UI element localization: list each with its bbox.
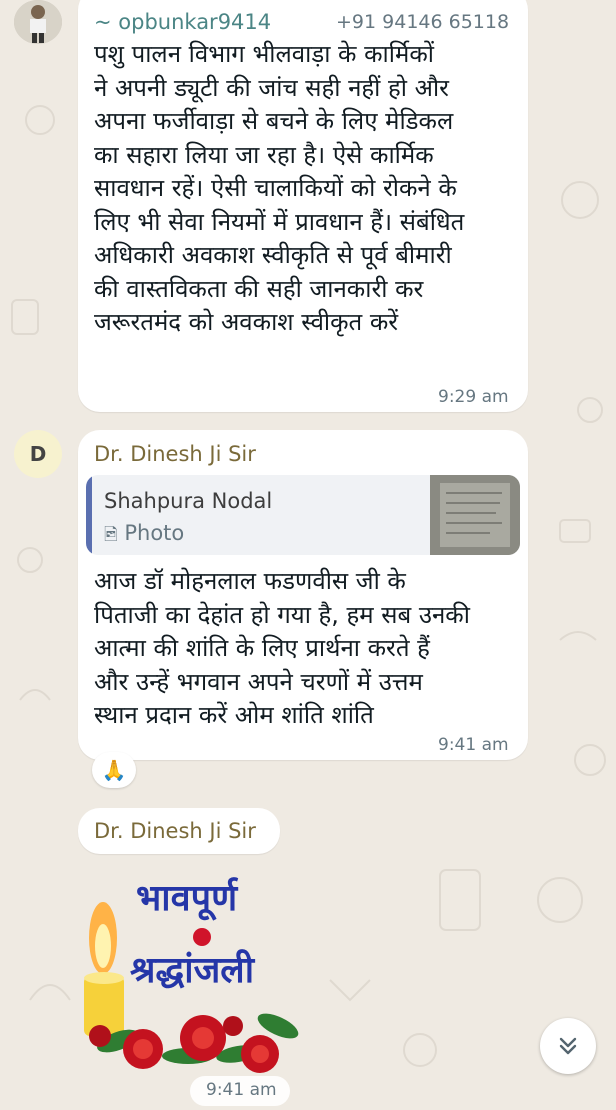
message-time: 9:41 am [206,1080,277,1100]
sender-name-pill: Dr. Dinesh Ji Sir [78,808,280,854]
scroll-to-bottom-button[interactable] [540,1018,596,1074]
sticker-title-line2: श्रद्धांजली [130,950,255,991]
reaction-badge[interactable]: 🙏 [92,752,136,788]
quoted-message[interactable]: Shahpura Nodal 🖻 Photo [86,475,520,555]
sticker-time-pill: 9:41 am [190,1076,290,1106]
quoted-photo-thumbnail[interactable] [430,475,520,555]
sender-phone: +91 94146 65118 [336,11,510,33]
message-text: पशु पालन विभाग भीलवाड़ा के कार्मिकों ने … [94,40,465,336]
sticker-title-line1: भावपूर्ण [136,878,238,919]
quoted-media-label: 🖻 Photo [104,521,185,545]
sender-name[interactable]: Dr. Dinesh Ji Sir [94,819,256,843]
avatar-initial: D [29,442,47,466]
person-photo-icon [14,0,62,44]
message-text: आज डॉ मोहनलाल फडणवीस जी के पिताजी का देह… [94,567,470,729]
message-time: 9:29 am [438,387,509,407]
quoted-sender-name: Shahpura Nodal [104,489,273,513]
folded-hands-icon: 🙏 [101,758,127,782]
message-bubble[interactable]: ~ opbunkar9414 +91 94146 65118 पशु पालन … [78,0,528,412]
message-bubble[interactable]: Dr. Dinesh Ji Sir Shahpura Nodal 🖻 Photo… [78,430,528,760]
sender-name[interactable]: ~ opbunkar9414 [94,10,271,34]
photo-icon: 🖻 [104,525,118,545]
sender-name[interactable]: Dr. Dinesh Ji Sir [94,442,256,466]
quote-accent-bar [86,475,92,555]
document-photo-icon [430,475,520,555]
message-time: 9:41 am [438,735,509,755]
double-chevron-down-icon [559,1037,577,1055]
sticker-image[interactable]: भावपूर्ण श्रद्धांजली [78,866,308,1076]
sender-avatar[interactable] [14,0,62,44]
sender-avatar-initial[interactable]: D [14,430,62,478]
